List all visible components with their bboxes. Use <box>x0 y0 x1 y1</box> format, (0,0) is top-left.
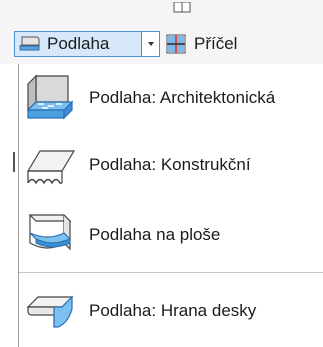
mullion-button-label: Příčel <box>194 34 238 53</box>
mullion-icon <box>166 34 186 54</box>
panel-edge <box>13 152 15 172</box>
menu-item-floor-by-face[interactable]: Podlaha na ploše <box>19 204 323 266</box>
menu-item-floor-structural[interactable]: Podlaha: Konstrukční <box>19 134 323 196</box>
menu-item-label: Podlaha: Konstrukční <box>89 155 251 174</box>
floor-button[interactable]: Podlaha <box>15 32 141 56</box>
chevron-down-icon <box>147 42 154 46</box>
floor-icon <box>19 36 40 51</box>
floor-dropdown-arrow[interactable] <box>141 32 159 56</box>
menu-item-slab-edge[interactable]: Podlaha: Hrana desky <box>19 280 323 342</box>
floor-architectural-icon <box>26 74 74 120</box>
partial-tool-icon <box>173 2 191 13</box>
menu-item-label: Podlaha: Architektonická <box>89 88 276 107</box>
mullion-button[interactable]: Příčel <box>166 31 237 57</box>
floor-button-label: Podlaha <box>47 34 110 53</box>
floor-structural-icon <box>26 150 76 185</box>
slab-edge-icon <box>26 295 74 328</box>
menu-item-floor-architectural[interactable]: Podlaha: Architektonická <box>19 68 323 128</box>
menu-item-label: Podlaha na ploše <box>89 225 221 244</box>
ribbon-toolbar: Podlaha Příčel <box>0 22 323 64</box>
floor-split-button[interactable]: Podlaha <box>14 31 160 57</box>
menu-item-label: Podlaha: Hrana desky <box>89 301 257 320</box>
ribbon-top-strip <box>0 0 323 22</box>
floor-by-face-icon <box>28 214 72 251</box>
menu-separator <box>19 272 323 273</box>
floor-dropdown-menu: Podlaha: Architektonická Podlaha: Konstr… <box>18 64 323 347</box>
